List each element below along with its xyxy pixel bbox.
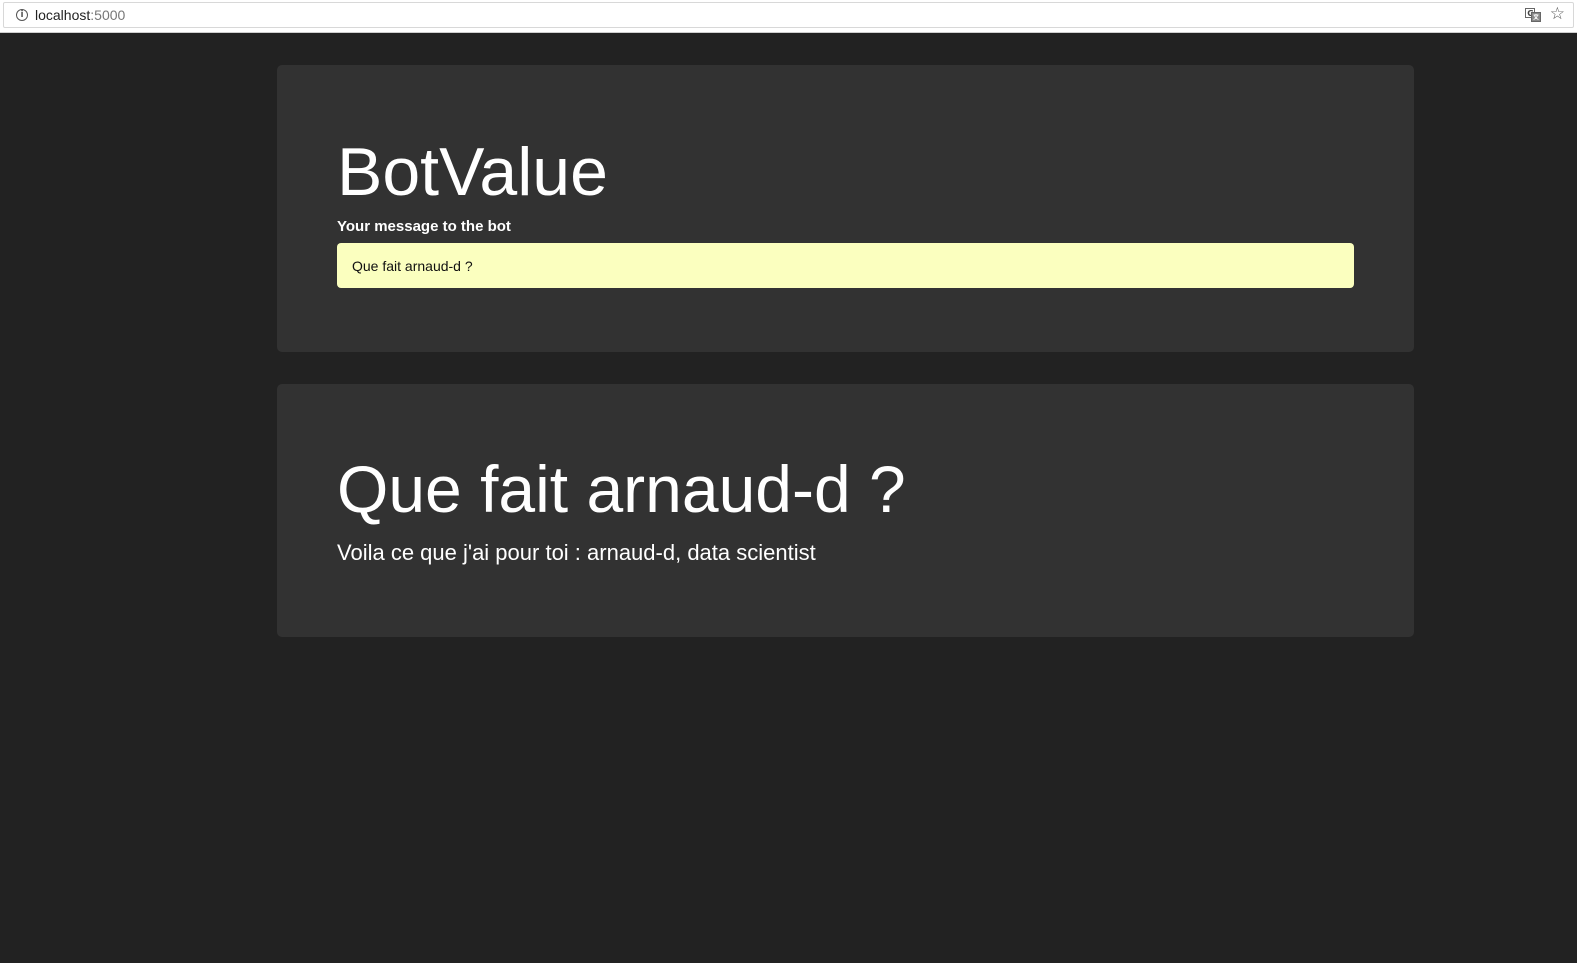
message-input[interactable] [337, 243, 1354, 288]
message-input-label: Your message to the bot [337, 218, 511, 235]
url-port: :5000 [90, 7, 126, 23]
url-text[interactable]: localhost:5000 [35, 7, 125, 24]
translate-icon[interactable]: G [1525, 7, 1541, 23]
bookmark-star-icon[interactable]: ☆ [1550, 4, 1565, 24]
app-title: BotValue [337, 134, 608, 210]
message-form-card: BotValue Your message to the bot [277, 65, 1414, 352]
address-bar[interactable]: i localhost:5000 G ☆ [3, 2, 1574, 28]
info-icon[interactable]: i [16, 9, 28, 21]
response-question: Que fait arnaud-d ? [337, 452, 906, 526]
browser-toolbar: i localhost:5000 G ☆ [0, 0, 1577, 33]
url-host: localhost [35, 7, 91, 23]
response-answer: Voila ce que j'ai pour toi : arnaud-d, d… [337, 540, 816, 565]
response-card: Que fait arnaud-d ? Voila ce que j'ai po… [277, 384, 1414, 637]
